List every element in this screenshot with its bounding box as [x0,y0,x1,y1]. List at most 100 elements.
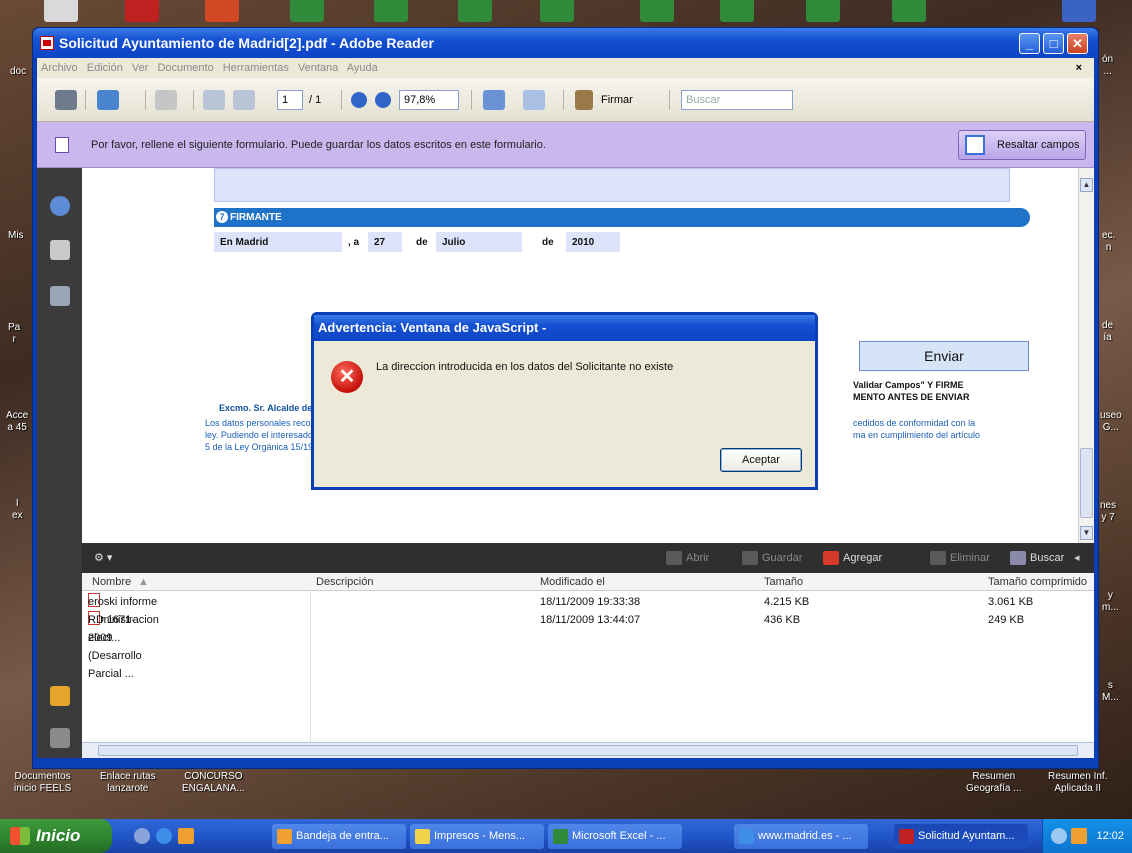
column-compressed-size[interactable]: Tamaño comprimido [988,573,1087,591]
options-gear-icon[interactable]: ⚙ ▾ [94,543,112,573]
taskbar-item-excel[interactable]: Microsoft Excel - ... [548,824,682,849]
desktop-icon-top-11[interactable] [892,0,926,22]
desktop-icon-top-7[interactable] [540,0,574,22]
desktop-icon-top-4[interactable] [290,0,324,22]
menu-ver[interactable]: Ver [132,62,149,74]
form-field[interactable] [214,168,1010,202]
open-button[interactable]: Abrir [666,543,709,573]
print-icon[interactable] [55,90,77,110]
ie-icon[interactable] [156,828,172,844]
zoom-in-icon[interactable] [375,92,391,108]
scroll-down-icon[interactable]: ▼ [1080,526,1093,540]
taskbar-item-bandeja[interactable]: Bandeja de entra... [272,824,406,849]
desktop-icon-top-9[interactable] [720,0,754,22]
outlook-icon[interactable] [178,828,194,844]
add-button[interactable]: Agregar [823,543,882,573]
desktop-icon-top-2[interactable] [125,0,159,22]
collaborate-icon[interactable] [97,90,119,110]
desktop-icon-top-1[interactable] [44,0,78,22]
sign-pen-icon[interactable] [575,90,593,110]
table-row[interactable]: eroski informe administracion elect... 1… [82,593,1094,644]
quicklaunch-icon[interactable] [134,828,150,844]
zoom-out-icon[interactable] [351,92,367,108]
desktop-icon-top-6[interactable] [458,0,492,22]
page-number-input[interactable]: 1 [277,90,303,110]
fit-width-icon[interactable] [523,90,545,110]
scroll-thumb[interactable] [1080,448,1093,518]
pages-icon[interactable] [50,240,70,260]
desktop-label-left[interactable]: doc [10,66,26,78]
scroll-up-icon[interactable]: ▲ [1080,178,1093,192]
menu-archivo[interactable]: Archivo [41,62,78,74]
desktop-icon-top-5[interactable] [374,0,408,22]
highlight-fields-button[interactable]: Resaltar campos [958,130,1086,160]
dialog-title[interactable]: Advertencia: Ventana de JavaScript - [314,315,815,341]
search-input[interactable]: Buscar [681,90,793,110]
close-button[interactable]: ✕ [1067,33,1088,54]
menu-documento[interactable]: Documento [157,62,213,74]
previous-page-icon[interactable] [203,90,225,110]
horizontal-scrollbar[interactable] [82,742,1094,758]
desktop-label-bottom[interactable]: Enlace rutas lanzarote [100,771,156,795]
fit-page-icon[interactable] [483,90,505,110]
window-titlebar[interactable]: Solicitud Ayuntamiento de Madrid[2].pdf … [33,28,1098,58]
next-page-icon[interactable] [233,90,255,110]
search-attachments-button[interactable]: Buscar [1010,543,1064,573]
desktop-label-right[interactable]: useo G... [1100,410,1122,434]
desktop-icon-top-3[interactable] [205,0,239,22]
maximize-button[interactable]: □ [1043,33,1064,54]
desktop-label-right[interactable]: y m... [1102,590,1119,614]
tray-back-icon[interactable] [1051,828,1067,844]
desktop-label-bottom[interactable]: Resumen Inf. Aplicada II [1048,771,1107,795]
document-close-icon[interactable]: × [1076,58,1082,78]
vertical-scrollbar[interactable]: ▲ ▼ [1078,168,1094,543]
info-icon[interactable] [50,196,70,216]
desktop-label-bottom[interactable]: Documentos inicio FEELS [14,771,71,795]
desktop-label-right[interactable]: de ía [1102,320,1113,344]
minimize-button[interactable]: _ [1019,33,1040,54]
desktop-label-left[interactable]: Acce a 45 [6,410,28,434]
day-value: 27 [374,237,386,248]
desktop-label-right[interactable]: nes y 7 [1100,500,1116,524]
desktop-label-bottom[interactable]: CONCURSO ENGALANA... [182,771,245,795]
desktop-label-right[interactable]: ec. n [1102,230,1115,254]
hand-tool-icon[interactable] [155,90,177,110]
menu-edicion[interactable]: Edición [87,62,123,74]
menu-ayuda[interactable]: Ayuda [347,62,378,74]
collapse-panel-icon[interactable]: ◂ [1074,543,1080,573]
taskbar-item-madrid[interactable]: www.madrid.es - ... [734,824,868,849]
send-button[interactable]: Enviar [859,341,1029,371]
comments-icon[interactable] [50,686,70,706]
desktop-label-left[interactable]: Pa r [8,322,20,346]
desktop-icon-top-8[interactable] [640,0,674,22]
desktop-label-left[interactable]: Mis [8,230,24,242]
delete-button[interactable]: Eliminar [930,543,990,573]
column-description[interactable]: Descripción [316,573,373,591]
menu-ventana[interactable]: Ventana [298,62,338,74]
sign-button[interactable]: Firmar [601,89,633,111]
taskbar-item-solicitud[interactable]: Solicitud Ayuntam... [894,824,1028,849]
toolbar: 1 / 1 97,8% Firmar Buscar [37,78,1094,122]
signatures-icon[interactable] [50,286,70,306]
taskbar-item-impresos[interactable]: Impresos - Mens... [410,824,544,849]
start-button[interactable]: Inicio [0,819,112,853]
desktop-icon-top-12[interactable] [1062,0,1096,22]
accept-button[interactable]: Aceptar [720,448,802,472]
desktop-label-left[interactable]: I ex [12,498,23,522]
desktop-label-right[interactable]: s M... [1102,680,1119,704]
zoom-select[interactable]: 97,8% [399,90,459,110]
file-size: 4.215 KB [764,596,810,608]
tray-outlook-icon[interactable] [1071,828,1087,844]
table-row[interactable]: RD 1671-2009 (Desarrollo Parcial ... 18/… [82,611,1094,680]
save-button[interactable]: Guardar [742,543,802,573]
menu-herramientas[interactable]: Herramientas [223,62,289,74]
column-name[interactable]: Nombre [92,573,131,591]
column-size[interactable]: Tamaño [764,573,803,591]
horizontal-scroll-thumb[interactable] [98,745,1078,756]
clock[interactable]: 12:02 [1096,830,1124,842]
desktop-label-bottom[interactable]: Resumen Geografía ... [966,771,1022,795]
attachment-icon[interactable] [50,728,70,748]
column-modified[interactable]: Modificado el [540,573,605,591]
desktop-icon-top-10[interactable] [806,0,840,22]
desktop-label-right[interactable]: ón ... [1102,54,1113,78]
